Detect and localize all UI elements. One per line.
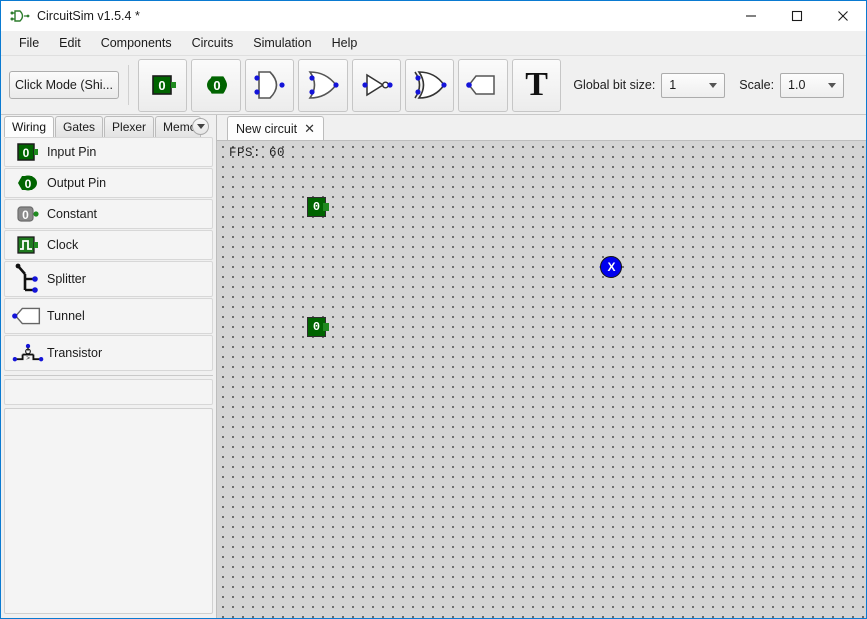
circuit-canvas[interactable]: FPS: 60 0 0 X <box>217 140 866 618</box>
sidebar-tab-overflow-button[interactable] <box>192 118 210 135</box>
component-label: Constant <box>47 207 98 221</box>
splitter-icon <box>11 263 45 295</box>
toolbar-fields: Global bit size: 1 Scale: 1.0 <box>573 72 858 98</box>
not-gate-icon <box>362 73 393 97</box>
tunnel-tool-button[interactable] <box>458 58 508 112</box>
component-item-splitter[interactable]: Splitter <box>4 261 213 297</box>
output-pin-icon: 0 <box>11 172 45 194</box>
component-item-clock[interactable]: Clock <box>4 230 213 260</box>
xor-gate-icon <box>414 71 447 99</box>
pin-value: 0 <box>312 320 321 334</box>
sidebar-tab-gates[interactable]: Gates <box>55 116 104 137</box>
input-pin-icon: 0 <box>11 141 45 163</box>
scale-label: Scale: <box>739 78 775 92</box>
component-item-constant[interactable]: 0 Constant <box>4 199 213 229</box>
component-item-output-pin[interactable]: 0 Output Pin <box>4 168 213 198</box>
transistor-icon: > <box>11 338 45 368</box>
scale-select[interactable]: 1.0 <box>780 72 845 98</box>
menu-item-help[interactable]: Help <box>322 33 368 53</box>
click-mode-button[interactable]: Click Mode (Shi... <box>9 71 119 99</box>
circuit-tab-label: New circuit <box>236 121 298 136</box>
fps-counter: FPS: 60 <box>229 146 286 160</box>
component-label: Output Pin <box>47 176 107 190</box>
input-pin-tool-button[interactable]: 0 <box>137 58 188 112</box>
sidebar-divider <box>4 375 213 376</box>
sidebar-tab-wiring[interactable]: Wiring <box>4 116 55 137</box>
scale-value: 1.0 <box>788 78 806 92</box>
input-pin-icon: 0 <box>151 75 176 95</box>
output-pin-tool-button[interactable]: 0 <box>191 58 241 112</box>
tunnel-icon <box>11 304 45 328</box>
svg-text:>: > <box>26 355 30 362</box>
component-sidebar: Wiring Gates Plexer Memory 0 <box>1 115 217 618</box>
toolbar-separator <box>128 65 129 105</box>
svg-text:0: 0 <box>22 208 29 222</box>
title-bar: CircuitSim v1.5.4 * <box>1 1 866 31</box>
text-tool-button[interactable]: T <box>511 58 562 112</box>
close-icon[interactable]: ✕ <box>304 122 315 135</box>
and-gate-icon <box>254 71 286 99</box>
or-gate-tool-button[interactable] <box>298 58 348 112</box>
cursor-label: X <box>607 260 616 274</box>
sidebar-tab-bar: Wiring Gates Plexer Memory <box>1 115 216 137</box>
canvas-area: New circuit ✕ FPS: 60 0 0 X <box>217 115 866 618</box>
pin-connector <box>323 203 329 211</box>
pin-value: 0 <box>312 200 321 214</box>
not-gate-tool-button[interactable] <box>351 58 402 112</box>
menu-item-circuits[interactable]: Circuits <box>182 33 244 53</box>
minimize-button[interactable] <box>728 1 774 31</box>
constant-icon: 0 <box>11 203 45 225</box>
window-title: CircuitSim v1.5.4 * <box>37 8 140 23</box>
global-bit-size-label: Global bit size: <box>573 78 656 92</box>
component-list: 0 Input Pin 0 Output Pin 0 Constant Cloc… <box>1 137 216 372</box>
and-gate-tool-button[interactable] <box>244 58 295 112</box>
output-pin-icon: 0 <box>207 76 228 94</box>
component-label: Tunnel <box>47 309 85 323</box>
menu-item-edit[interactable]: Edit <box>49 33 91 53</box>
sidebar-properties-panel <box>4 408 213 614</box>
canvas-input-pin-1[interactable]: 0 <box>307 197 329 217</box>
close-button[interactable] <box>820 1 866 31</box>
svg-text:0: 0 <box>25 177 32 191</box>
pin-connector <box>323 323 329 331</box>
component-item-tunnel[interactable]: Tunnel <box>4 298 213 334</box>
app-icon <box>9 6 31 26</box>
component-label: Splitter <box>47 272 86 286</box>
menu-item-components[interactable]: Components <box>91 33 182 53</box>
global-bit-size-value: 1 <box>669 78 677 92</box>
toolbar: Click Mode (Shi... 0 0 T Global bit size… <box>1 56 866 115</box>
chevron-down-icon <box>828 83 837 88</box>
or-gate-icon <box>308 71 339 99</box>
main-body: Wiring Gates Plexer Memory 0 <box>1 115 866 618</box>
svg-text:0: 0 <box>213 78 220 93</box>
menu-item-simulation[interactable]: Simulation <box>243 33 321 53</box>
maximize-button[interactable] <box>774 1 820 31</box>
clock-icon <box>11 234 45 256</box>
menu-item-file[interactable]: File <box>9 33 49 53</box>
sidebar-tab-plexer[interactable]: Plexer <box>104 116 155 137</box>
component-label: Transistor <box>47 346 103 360</box>
global-bit-size-select[interactable]: 1 <box>661 72 726 98</box>
xor-gate-tool-button[interactable] <box>405 58 455 112</box>
svg-text:0: 0 <box>23 146 30 160</box>
menu-bar: File Edit Components Circuits Simulation… <box>1 31 866 56</box>
circuit-tab-new-circuit[interactable]: New circuit ✕ <box>227 116 325 140</box>
app-window: CircuitSim v1.5.4 * File Edit Components… <box>0 0 867 619</box>
canvas-input-pin-2[interactable]: 0 <box>307 317 329 337</box>
component-label: Clock <box>47 238 79 252</box>
chevron-down-icon <box>196 124 205 129</box>
component-item-transistor[interactable]: > Transistor <box>4 335 213 371</box>
cursor-marker: X <box>599 256 623 278</box>
component-item-input-pin[interactable]: 0 Input Pin <box>4 137 213 167</box>
component-label: Input Pin <box>47 145 97 159</box>
chevron-down-icon <box>709 83 718 88</box>
svg-text:0: 0 <box>158 78 165 93</box>
tunnel-icon <box>466 75 495 95</box>
sidebar-empty-slot <box>4 379 213 405</box>
circuit-tab-bar: New circuit ✕ <box>217 115 866 140</box>
